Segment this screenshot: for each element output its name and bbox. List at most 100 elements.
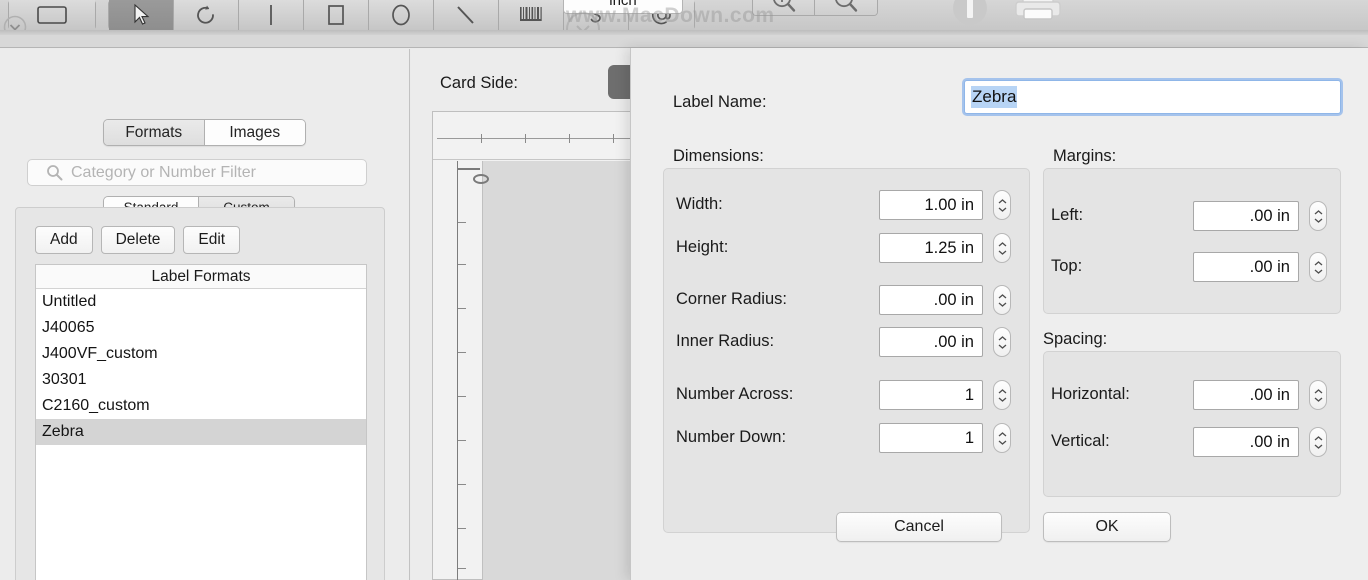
label-name-input[interactable]: Zebra — [971, 86, 1018, 108]
spacing-horizontal-stepper[interactable] — [1309, 380, 1327, 410]
add-button[interactable]: Add — [35, 226, 93, 254]
list-item[interactable]: 30301 — [36, 367, 366, 393]
chevron-down-icon — [998, 302, 1006, 307]
number-down-stepper[interactable] — [993, 423, 1011, 453]
margin-top-stepper[interactable] — [1309, 252, 1327, 282]
canvas-page[interactable] — [482, 161, 643, 580]
chevron-down-icon — [998, 250, 1006, 255]
chevron-up-icon — [998, 431, 1006, 436]
zoom-in-button[interactable] — [753, 0, 815, 15]
ruler-origin-arm — [458, 168, 480, 170]
vertical-ruler[interactable] — [457, 161, 458, 580]
info-circle-icon[interactable] — [946, 0, 994, 30]
horizontal-ruler[interactable] — [433, 112, 643, 160]
rectangle-icon — [37, 6, 67, 24]
spacing-vertical-stepper[interactable] — [1309, 427, 1327, 457]
corner-radius-stepper[interactable] — [993, 285, 1011, 315]
corner-radius-row: Corner Radius: — [676, 290, 787, 309]
chevron-down-icon — [1314, 218, 1322, 223]
card-side-label: Card Side: — [440, 74, 518, 92]
width-input[interactable]: 1.00 in — [879, 190, 983, 220]
chevron-down-icon — [998, 440, 1006, 445]
tab-images[interactable]: Images — [204, 120, 305, 145]
zoom-button-group — [752, 0, 878, 16]
magnifier-minus-icon — [835, 0, 858, 12]
ellipse-icon — [392, 4, 410, 26]
search-icon — [47, 165, 63, 181]
chevron-down-icon[interactable] — [2, 14, 28, 30]
zoom-out-button[interactable] — [815, 0, 877, 15]
margin-left-stepper[interactable] — [1309, 201, 1327, 231]
rotate-tool[interactable] — [174, 0, 239, 30]
chevron-up-icon — [998, 198, 1006, 203]
chevron-up-icon — [1314, 260, 1322, 265]
sidebar-top-tabs: Formats Images — [103, 119, 306, 146]
number-down-label: Number Down: — [676, 428, 787, 446]
number-down-input[interactable]: 1 — [879, 423, 983, 453]
list-item[interactable]: C2160_custom — [36, 393, 366, 419]
list-item[interactable]: J40065 — [36, 315, 366, 341]
barcode-tool[interactable] — [499, 0, 564, 30]
rectangle-shape-icon — [328, 5, 344, 25]
search-input[interactable]: Category or Number Filter — [71, 164, 256, 182]
spacing-horizontal-label: Horizontal: — [1051, 385, 1130, 403]
width-row: Width: — [676, 195, 723, 214]
label-name-field[interactable]: Zebra — [964, 80, 1341, 114]
inner-radius-row: Inner Radius: — [676, 332, 774, 351]
label-formats-list[interactable]: Label Formats Untitled J40065 J400VF_cus… — [35, 264, 367, 580]
spacing-vertical-row: Vertical: — [1051, 432, 1110, 451]
tab-formats[interactable]: Formats — [104, 120, 205, 145]
chevron-up-icon — [998, 335, 1006, 340]
number-down-row: Number Down: — [676, 428, 786, 447]
dimensions-group-title: Dimensions: — [673, 147, 764, 165]
left-sidebar: Formats Images Category or Number Filter… — [0, 49, 410, 580]
width-stepper[interactable] — [993, 190, 1011, 220]
inner-radius-label: Inner Radius: — [676, 332, 775, 350]
spacing-horizontal-input[interactable]: .00 in — [1193, 380, 1299, 410]
number-across-input[interactable]: 1 — [879, 380, 983, 410]
chevron-up-icon — [998, 388, 1006, 393]
ellipse-tool[interactable] — [369, 0, 434, 30]
cancel-button[interactable]: Cancel — [836, 512, 1002, 542]
ok-button[interactable]: OK — [1043, 512, 1171, 542]
rectangle-shape-tool[interactable] — [304, 0, 369, 30]
chevron-up-icon — [1314, 209, 1322, 214]
line-tool[interactable] — [434, 0, 499, 30]
inner-radius-input[interactable]: .00 in — [879, 327, 983, 357]
delete-button[interactable]: Delete — [100, 226, 176, 254]
list-column-header: Label Formats — [36, 265, 366, 289]
printer-icon[interactable] — [1010, 0, 1066, 28]
spacing-vertical-input[interactable]: .00 in — [1193, 427, 1299, 457]
toolbar-divider-lower — [0, 35, 1368, 48]
text-cursor-icon — [270, 5, 272, 25]
category-filter-field[interactable]: Category or Number Filter — [27, 159, 367, 186]
pointer-tool[interactable] — [109, 0, 174, 30]
number-across-stepper[interactable] — [993, 380, 1011, 410]
margin-left-input[interactable]: .00 in — [1193, 201, 1299, 231]
number-across-label: Number Across: — [676, 385, 794, 403]
chevron-up-icon — [1314, 435, 1322, 440]
margin-left-row: Left: — [1051, 206, 1083, 225]
height-stepper[interactable] — [993, 233, 1011, 263]
list-item[interactable]: J400VF_custom — [36, 341, 366, 367]
canvas-frame — [432, 111, 643, 580]
edit-button[interactable]: Edit — [183, 226, 241, 254]
text-tool[interactable] — [239, 0, 304, 30]
formats-button-row: Add Delete Edit — [35, 226, 241, 254]
list-item-selected[interactable]: Zebra — [36, 419, 366, 445]
chevron-down-icon — [1314, 269, 1322, 274]
margin-top-input[interactable]: .00 in — [1193, 252, 1299, 282]
margin-left-label: Left: — [1051, 206, 1084, 224]
chevron-up-icon — [1314, 388, 1322, 393]
chevron-down-icon — [1314, 397, 1322, 402]
magnifier-plus-icon — [772, 0, 795, 12]
inner-radius-stepper[interactable] — [993, 327, 1011, 357]
chevron-down-icon — [1314, 444, 1322, 449]
spacing-group — [1043, 351, 1341, 497]
list-item[interactable]: Untitled — [36, 289, 366, 315]
rotate-arrow-icon — [197, 5, 214, 24]
corner-radius-input[interactable]: .00 in — [879, 285, 983, 315]
height-input[interactable]: 1.25 in — [879, 233, 983, 263]
height-row: Height: — [676, 238, 728, 257]
spacing-group-title: Spacing: — [1043, 330, 1108, 348]
